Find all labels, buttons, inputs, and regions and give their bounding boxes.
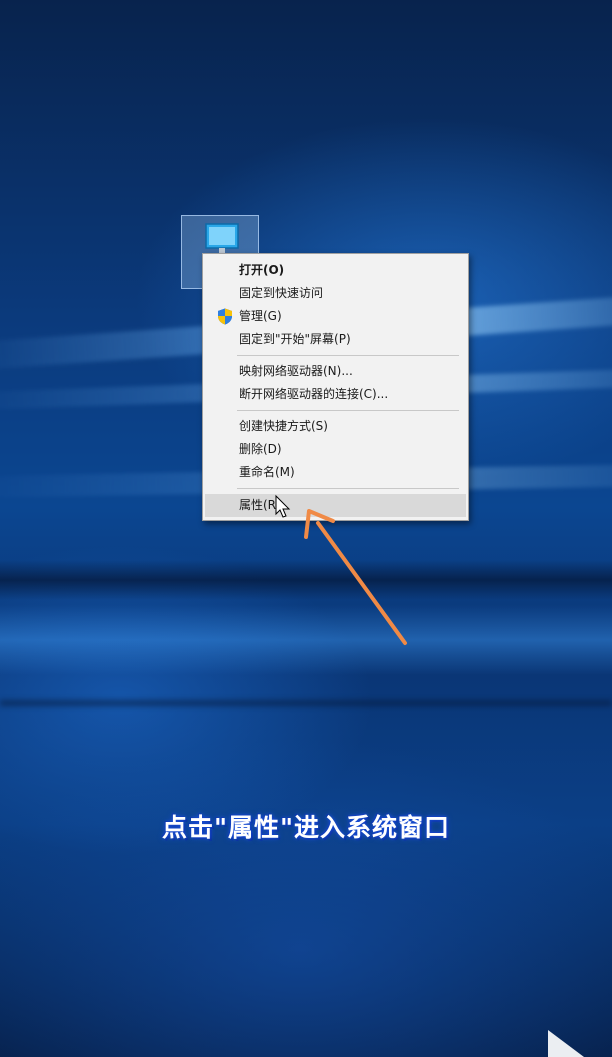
annotation-overlay — [275, 494, 407, 645]
tutorial-caption: 点击"属性"进入系统窗口 — [161, 813, 451, 842]
orange-arrow-icon — [304, 509, 407, 645]
mouse-cursor-icon — [275, 494, 291, 518]
play-icon[interactable] — [548, 1030, 588, 1057]
